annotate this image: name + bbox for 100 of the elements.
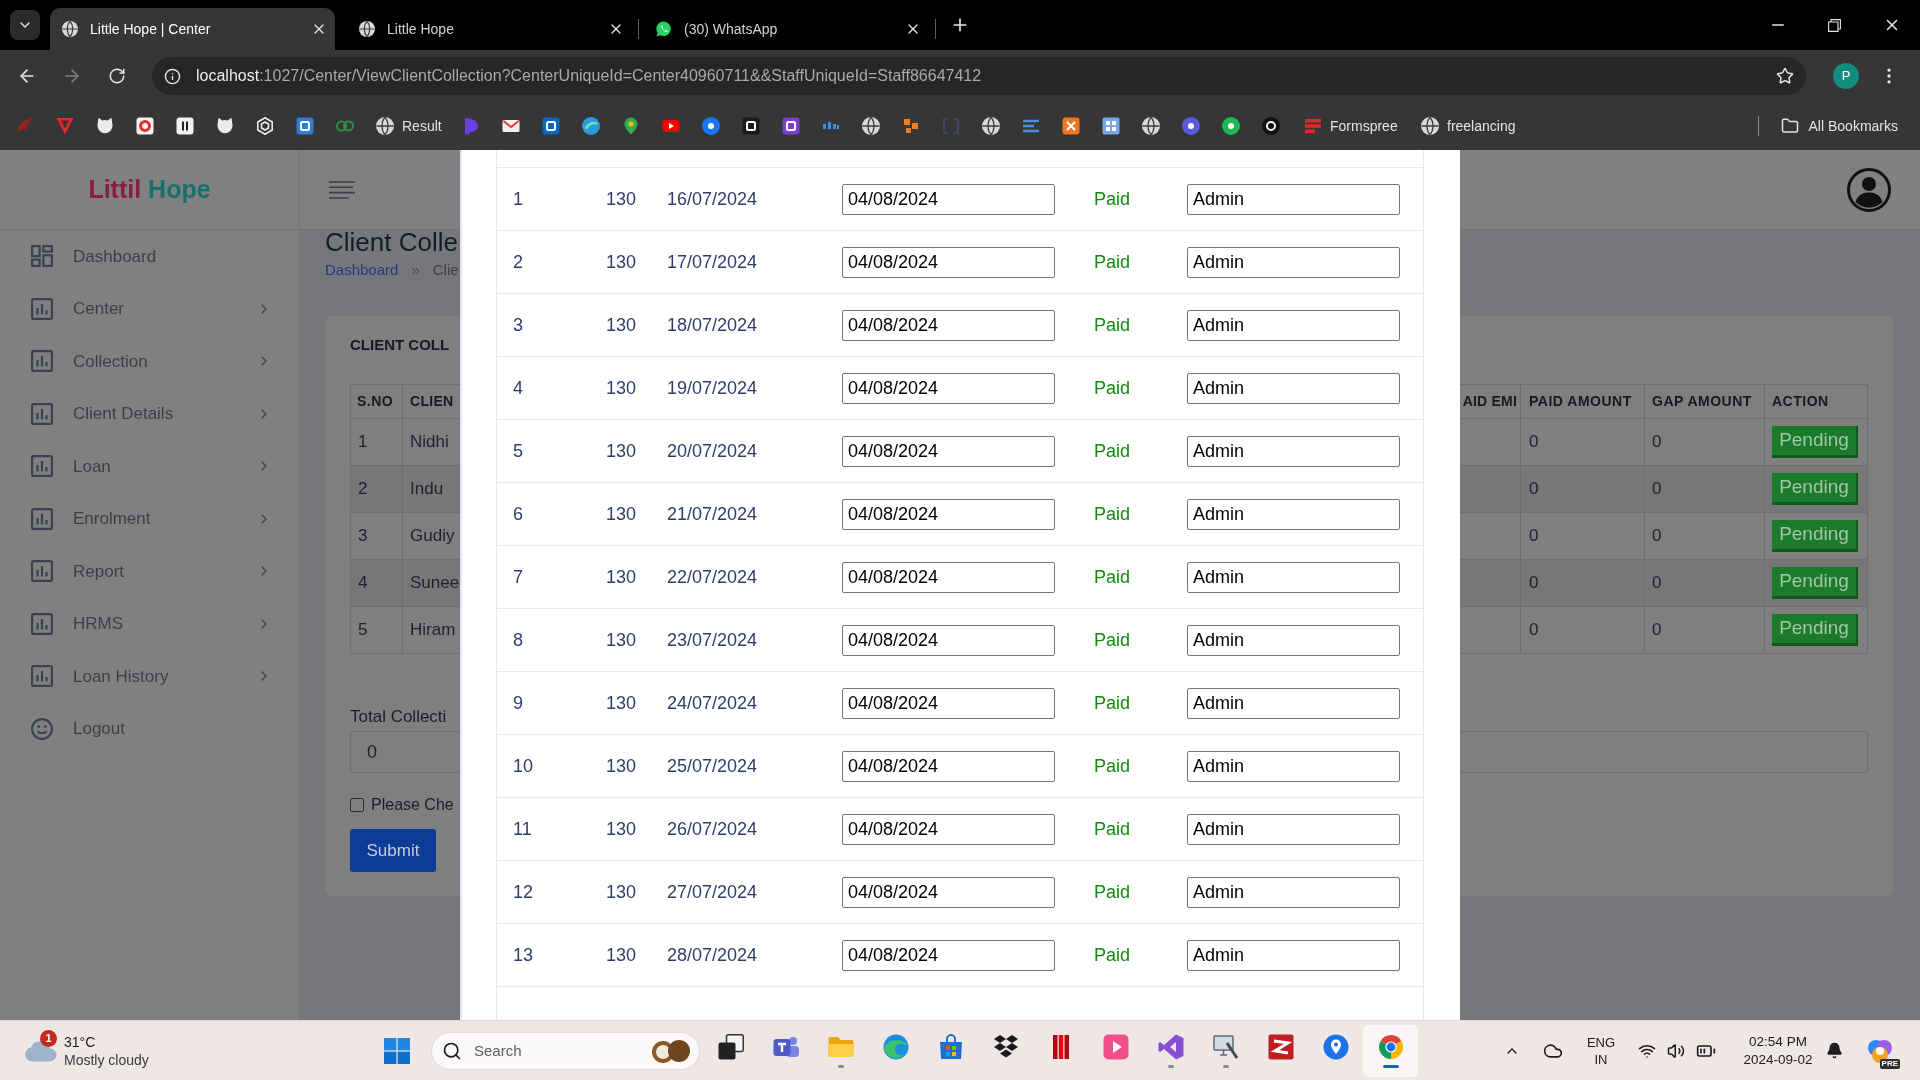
pause-icon[interactable] [176,117,194,135]
cross-tile-icon[interactable] [1062,117,1080,135]
paid-date-field[interactable]: 04/08/2024 [842,939,1055,971]
collected-by-field[interactable]: Admin [1187,246,1400,278]
clock-button[interactable]: 02:54 PM 2024-09-02 [1733,1032,1823,1069]
collected-by-field[interactable]: Admin [1187,624,1400,656]
due-date-text: 28/07/2024 [667,944,758,965]
paid-date-field[interactable]: 04/08/2024 [842,813,1055,845]
collected-by-field[interactable]: Admin [1187,813,1400,845]
stripes-icon[interactable] [1304,117,1322,135]
ring-icon[interactable] [1262,117,1280,135]
paid-date-field[interactable]: 04/08/2024 [842,750,1055,782]
browser-tab[interactable]: Little Hope | Center [50,8,335,50]
table-cell: 1 [351,419,403,465]
total-collection-field[interactable]: 0 [350,731,460,773]
collected-by-field[interactable]: Admin [1187,939,1400,971]
submit-button[interactable]: Submit [350,829,436,872]
circle-icon[interactable] [1222,117,1240,135]
total-collection-field[interactable] [1460,731,1868,773]
cat-icon[interactable] [96,117,114,135]
amount-text: 130 [606,440,637,461]
cat-icon[interactable] [216,117,234,135]
circle-icon[interactable] [1182,117,1200,135]
search-field[interactable]: Search [431,1031,700,1070]
notification-badge: 1 [40,1029,57,1047]
play-icon[interactable] [662,117,680,135]
globe-icon[interactable] [1142,117,1160,135]
status-text: Paid [1094,818,1131,839]
table-cell: 0 [1645,466,1765,512]
globe-icon[interactable] [376,117,394,135]
menu-icon[interactable] [329,180,355,199]
collected-by-field[interactable]: Admin [1187,498,1400,530]
globe-icon[interactable] [982,117,1000,135]
folder-icon [1780,117,1799,135]
collected-by-field[interactable]: Admin [1187,309,1400,341]
bookmark-link[interactable]: Result [365,110,451,142]
status-text: Paid [1094,377,1131,398]
running-indicator-icon [837,1064,844,1068]
stacked-squares-icon [717,1033,744,1060]
browser-tab[interactable]: (30) WhatsApp [644,8,929,50]
square-tile-icon[interactable] [296,117,314,135]
paid-date-field[interactable]: 04/08/2024 [842,246,1055,278]
address-bar[interactable]: localhost:1027/Center/ViewClientCollection?CenterUniqueId=Center40960711&&StaffUniqueId=Staff86647412 [152,57,1806,95]
globe-icon[interactable] [862,117,880,135]
triangle-icon[interactable] [56,117,74,135]
tricolor-circle-icon [1377,1033,1404,1060]
language-indicator[interactable]: ENG IN [1579,1033,1623,1068]
bookmark-link[interactable]: Formspree [1291,110,1410,142]
bell-icon[interactable] [1825,1042,1843,1059]
running-indicator-icon [1222,1064,1229,1068]
reload-icon[interactable] [108,67,126,85]
paid-date-field[interactable]: 04/08/2024 [842,561,1055,593]
collected-by-field[interactable]: Admin [1187,435,1400,467]
table-cell-text: Sunee [409,572,460,595]
collected-by-field[interactable]: Admin [1187,750,1400,782]
square-tile-icon[interactable] [542,117,560,135]
bookmark-link[interactable]: freelancing [1410,110,1530,142]
square-tile-icon[interactable] [782,117,800,135]
map-pin-icon[interactable] [622,117,640,135]
paid-date-field[interactable]: 04/08/2024 [842,498,1055,530]
collected-by-field[interactable]: Admin [1187,687,1400,719]
squares-icon[interactable] [902,117,920,135]
collected-by-field[interactable]: Admin [1187,183,1400,215]
paid-date-field[interactable]: 04/08/2024 [842,435,1055,467]
globe-icon[interactable] [1421,117,1439,135]
paid-date-field[interactable]: 04/08/2024 [842,687,1055,719]
mail-icon[interactable] [502,117,520,135]
star-icon[interactable] [1776,67,1794,85]
grid-tile-icon[interactable] [1102,117,1120,135]
volume-icon[interactable] [1666,1041,1685,1060]
user-avatar-icon[interactable] [1847,167,1891,212]
due-date-text: 18/07/2024 [667,314,758,335]
circle-icon[interactable] [582,117,600,135]
due-date-text: 17/07/2024 [667,251,758,272]
square-tile-icon[interactable] [742,117,760,135]
zigzag-tile-icon [1267,1033,1294,1060]
table-cell-text: Indu [409,478,445,501]
all-bookmarks-button[interactable]: All Bookmarks [1780,115,1898,137]
four-squares-icon[interactable] [384,1037,410,1064]
profile-button[interactable]: P [1833,63,1859,89]
collected-by-field[interactable]: Admin [1187,561,1400,593]
confirm-checkbox[interactable] [350,798,364,812]
browser-tab[interactable]: Little Hope [347,8,632,50]
ribbon-icon [1157,1033,1184,1060]
circle-icon[interactable] [702,117,720,135]
breadcrumb-current: Clie [432,261,459,279]
collected-by-field[interactable]: Admin [1187,876,1400,908]
ring-tile-icon[interactable] [136,117,154,135]
paid-date-field[interactable]: 04/08/2024 [842,372,1055,404]
paid-date-field[interactable]: 04/08/2024 [842,183,1055,215]
paid-date-field[interactable]: 04/08/2024 [842,309,1055,341]
tab-search-button[interactable] [10,10,40,40]
paid-date-field[interactable]: 04/08/2024 [842,624,1055,656]
lines-icon[interactable] [1022,117,1040,135]
hexagon-icon[interactable] [256,117,274,135]
weather-widget[interactable]: 1 31°C Mostly cloudy [0,1021,375,1080]
paid-date-field[interactable]: 04/08/2024 [842,876,1055,908]
restore-icon[interactable] [1828,18,1841,32]
collected-by-field[interactable]: Admin [1187,372,1400,404]
info-icon[interactable] [164,67,181,85]
